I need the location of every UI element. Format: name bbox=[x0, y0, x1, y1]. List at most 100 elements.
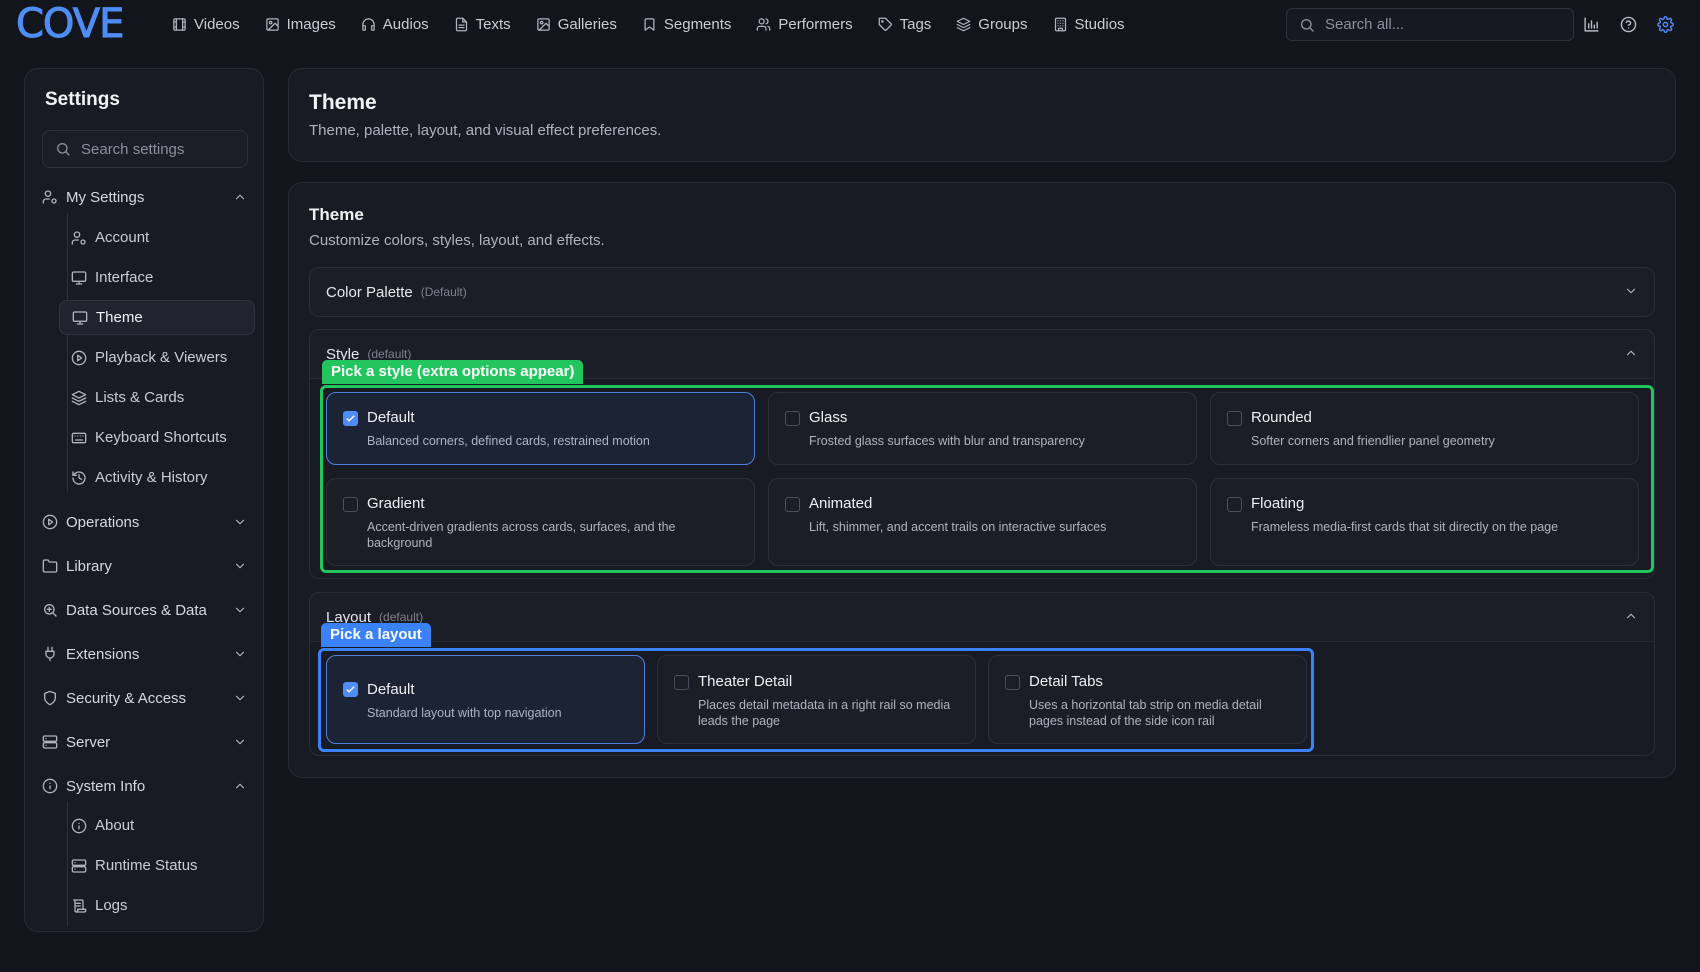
option-description: Balanced corners, defined cards, restrai… bbox=[367, 434, 650, 448]
section-value: (default) bbox=[379, 610, 424, 624]
sidebar-item-label: Runtime Status bbox=[95, 857, 198, 874]
nav-performers[interactable]: Performers bbox=[756, 15, 853, 33]
monitor-icon bbox=[72, 310, 88, 326]
sidebar-item-theme[interactable]: Theme bbox=[59, 300, 255, 335]
nav-images[interactable]: Images bbox=[265, 16, 336, 33]
color-palette-header[interactable]: Color Palette (Default) bbox=[310, 268, 1654, 316]
chevron-down-icon bbox=[232, 691, 248, 705]
option-title: Floating bbox=[1251, 495, 1305, 512]
sidebar-item-lists-cards[interactable]: Lists & Cards bbox=[59, 380, 255, 415]
gear-icon[interactable] bbox=[1656, 12, 1674, 36]
checkbox[interactable] bbox=[674, 675, 689, 690]
logo-text: COVE bbox=[15, 1, 124, 47]
nav-groups[interactable]: Groups bbox=[956, 15, 1028, 33]
style-section: Style (default) Default Balanced corners… bbox=[309, 329, 1655, 579]
divider bbox=[310, 641, 1654, 642]
group-label: System Info bbox=[66, 777, 146, 795]
option-title: Gradient bbox=[367, 495, 425, 512]
search-icon bbox=[1299, 17, 1315, 33]
sidebar-item-playback[interactable]: Playback & Viewers bbox=[59, 340, 255, 375]
checkbox[interactable] bbox=[785, 411, 800, 426]
nav-segments[interactable]: Segments bbox=[642, 15, 732, 33]
style-option-gradient[interactable]: Gradient Accent-driven gradients across … bbox=[326, 478, 755, 566]
layout-option-default[interactable]: Default Standard layout with top navigat… bbox=[326, 655, 645, 744]
chevron-up-icon bbox=[232, 779, 248, 793]
settings-search-input[interactable] bbox=[81, 140, 241, 158]
nav-label: Galleries bbox=[557, 15, 617, 33]
option-description: Places detail metadata in a right rail s… bbox=[698, 698, 951, 728]
checkbox-checked[interactable] bbox=[343, 682, 358, 697]
help-icon[interactable] bbox=[1619, 12, 1637, 36]
shield-icon bbox=[42, 690, 58, 706]
nav-videos[interactable]: Videos bbox=[172, 16, 240, 33]
group-label: Server bbox=[66, 733, 111, 751]
sidebar-item-label: Lists & Cards bbox=[95, 389, 185, 406]
settings-search[interactable] bbox=[42, 130, 248, 168]
app-logo[interactable]: COVE bbox=[15, 4, 124, 45]
sidebar-item-label: About bbox=[95, 817, 135, 834]
page-subtitle: Theme, palette, layout, and visual effec… bbox=[309, 122, 662, 139]
global-search-input[interactable] bbox=[1325, 16, 1555, 33]
sidebar-group-operations[interactable]: Operations bbox=[42, 507, 248, 537]
group-label: Extensions bbox=[66, 645, 140, 663]
sidebar-item-runtime-status[interactable]: Runtime Status bbox=[59, 848, 255, 883]
nav-studios[interactable]: Studios bbox=[1053, 16, 1125, 33]
sidebar-group-library[interactable]: Library bbox=[42, 551, 248, 581]
bar-chart-icon[interactable] bbox=[1582, 12, 1600, 36]
sidebar-group-server[interactable]: Server bbox=[42, 727, 248, 757]
global-search[interactable] bbox=[1286, 8, 1574, 41]
layout-option-detail-tabs[interactable]: Detail Tabs Uses a horizontal tab strip … bbox=[988, 655, 1307, 744]
checkbox-checked[interactable] bbox=[343, 411, 358, 426]
sidebar-group-my-settings[interactable]: My Settings bbox=[42, 182, 248, 212]
nav-galleries[interactable]: Galleries bbox=[536, 16, 617, 33]
nav-label: Performers bbox=[778, 15, 853, 33]
settings-sidebar: Settings My Settings Account Interface T… bbox=[24, 68, 264, 932]
group-label: Data Sources & Data bbox=[66, 601, 207, 619]
sidebar-item-about[interactable]: About bbox=[59, 808, 255, 843]
sidebar-item-interface[interactable]: Interface bbox=[59, 260, 255, 295]
theme-settings-card: Theme Customize colors, styles, layout, … bbox=[288, 182, 1676, 778]
layout-option-theater-detail[interactable]: Theater Detail Places detail metadata in… bbox=[657, 655, 976, 744]
layout-section: Layout (default) Default Standard layout… bbox=[309, 592, 1655, 756]
style-option-default[interactable]: Default Balanced corners, defined cards,… bbox=[326, 392, 755, 465]
nav-texts[interactable]: Texts bbox=[454, 16, 511, 33]
user-cog-icon bbox=[42, 189, 58, 205]
checkbox[interactable] bbox=[343, 497, 358, 512]
history-icon bbox=[71, 470, 87, 486]
nav-label: Images bbox=[286, 15, 336, 33]
color-palette-section: Color Palette (Default) bbox=[309, 267, 1655, 317]
main-nav: Videos Images Audios Texts Galleries Seg… bbox=[172, 0, 1150, 48]
search-data-icon bbox=[42, 602, 58, 618]
checkbox[interactable] bbox=[785, 497, 800, 512]
style-option-animated[interactable]: Animated Lift, shimmer, and accent trail… bbox=[768, 478, 1197, 566]
layout-highlight-label: Pick a layout bbox=[321, 623, 431, 647]
style-option-glass[interactable]: Glass Frosted glass surfaces with blur a… bbox=[768, 392, 1197, 465]
nav-label: Groups bbox=[978, 15, 1028, 33]
chevron-up-icon bbox=[1624, 346, 1638, 360]
style-option-rounded[interactable]: Rounded Softer corners and friendlier pa… bbox=[1210, 392, 1639, 465]
sidebar-group-security[interactable]: Security & Access bbox=[42, 683, 248, 713]
group-label: Security & Access bbox=[66, 689, 187, 707]
section-value: (default) bbox=[367, 347, 412, 361]
option-title: Theater Detail bbox=[698, 673, 793, 690]
sidebar-item-logs[interactable]: Logs bbox=[59, 888, 255, 923]
sidebar-group-data-sources[interactable]: Data Sources & Data bbox=[42, 595, 248, 625]
sidebar-item-activity-history[interactable]: Activity & History bbox=[59, 460, 255, 495]
checkbox[interactable] bbox=[1227, 411, 1242, 426]
info-icon bbox=[71, 818, 87, 834]
bookmark-icon bbox=[642, 17, 657, 32]
nav-audios[interactable]: Audios bbox=[361, 16, 429, 33]
checkbox[interactable] bbox=[1227, 497, 1242, 512]
nav-label: Segments bbox=[663, 15, 732, 33]
sidebar-group-system-info[interactable]: System Info bbox=[42, 771, 248, 801]
sidebar-item-keyboard-shortcuts[interactable]: Keyboard Shortcuts bbox=[59, 420, 255, 455]
nav-label: Studios bbox=[1074, 15, 1125, 33]
sidebar-group-extensions[interactable]: Extensions bbox=[42, 639, 248, 669]
chevron-down-icon bbox=[232, 559, 248, 573]
style-option-floating[interactable]: Floating Frameless media-first cards tha… bbox=[1210, 478, 1639, 566]
chevron-down-icon bbox=[232, 603, 248, 617]
nav-tags[interactable]: Tags bbox=[878, 16, 931, 33]
checkbox[interactable] bbox=[1005, 675, 1020, 690]
layout-header[interactable]: Layout (default) bbox=[310, 593, 1654, 641]
sidebar-item-account[interactable]: Account bbox=[59, 220, 255, 255]
